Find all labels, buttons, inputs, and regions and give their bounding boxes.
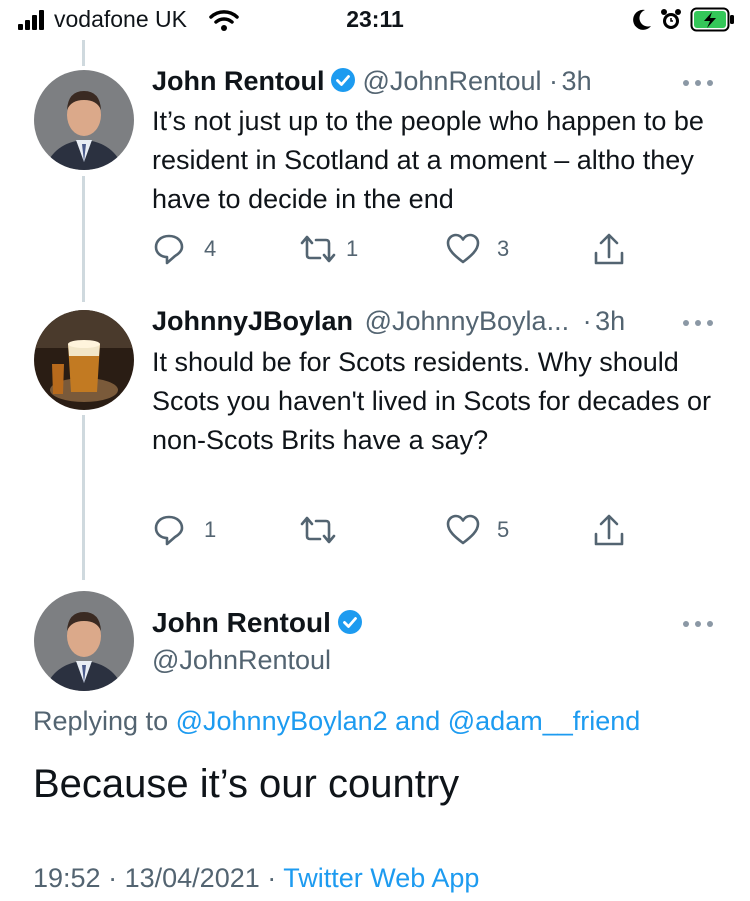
alarm-clock-icon — [661, 9, 681, 29]
tweet-time[interactable]: 19:52 — [33, 863, 101, 893]
display-name[interactable]: JohnnyJBoylan — [152, 306, 353, 336]
tweet-text: It should be for Scots residents. Why sh… — [152, 347, 711, 455]
share-icon — [594, 233, 624, 265]
more-options-icon[interactable] — [681, 619, 715, 629]
reply-button[interactable]: 1 — [152, 513, 232, 549]
avatar[interactable] — [34, 70, 134, 170]
moon-icon — [633, 9, 651, 30]
battery-icon — [690, 7, 734, 32]
user-handle[interactable]: @JohnRentoul — [362, 66, 541, 96]
tweet-meta: 19:52 · 13/04/2021 · Twitter Web App — [33, 863, 479, 894]
replying-to: Replying to @JohnnyBoylan2 and @adam__fr… — [33, 706, 640, 737]
display-name[interactable]: John Rentoul — [152, 607, 331, 638]
reply-button[interactable]: 4 — [152, 232, 232, 268]
thread-line — [82, 415, 85, 580]
verified-badge-icon — [331, 68, 356, 92]
retweet-icon — [300, 235, 336, 263]
tweet-header: JohnnyJBoylan @JohnnyBoyla... · 3h — [152, 306, 625, 337]
more-options-icon[interactable] — [681, 78, 715, 88]
retweet-count: 1 — [346, 236, 359, 261]
separator-dot: · — [582, 306, 592, 336]
retweet-button[interactable] — [298, 513, 342, 549]
reply-and-label: and — [395, 706, 441, 736]
display-name-row: John Rentoul — [152, 607, 369, 639]
reply-count: 4 — [204, 236, 217, 261]
tweet-age[interactable]: 3h — [595, 306, 625, 336]
more-options-icon[interactable] — [681, 318, 715, 328]
status-bar: vodafone UK 23:11 — [0, 0, 750, 40]
reply-icon — [154, 234, 184, 265]
avatar[interactable] — [34, 591, 134, 691]
tweet-date[interactable]: 13/04/2021 — [125, 863, 260, 893]
tweet-text: It’s not just up to the people who happe… — [152, 106, 704, 214]
display-name[interactable]: John Rentoul — [152, 66, 324, 96]
separator-dot: · — [108, 863, 118, 893]
reply-icon — [154, 515, 184, 546]
like-button[interactable]: 3 — [445, 232, 525, 268]
replying-prefix: Replying to — [33, 706, 169, 736]
share-button[interactable] — [592, 232, 628, 268]
thread-line — [82, 176, 85, 302]
reply-mention-link[interactable]: @adam__friend — [448, 706, 641, 736]
retweet-icon — [300, 516, 336, 544]
reply-mention-link[interactable]: @JohnnyBoylan2 — [176, 706, 388, 736]
separator-dot: · — [267, 863, 277, 893]
reply-count: 1 — [204, 517, 217, 542]
heart-icon — [446, 233, 480, 264]
tweet-age[interactable]: 3h — [562, 66, 592, 96]
avatar[interactable] — [34, 310, 134, 410]
like-count: 5 — [497, 517, 510, 542]
user-handle[interactable]: @JohnRentoul — [152, 645, 331, 676]
user-handle[interactable]: @JohnnyBoyla... — [365, 306, 570, 336]
separator-dot: · — [549, 66, 559, 96]
thread-line — [82, 40, 85, 66]
tweet-header: John Rentoul @JohnRentoul · 3h — [152, 66, 592, 97]
share-button[interactable] — [592, 513, 628, 549]
heart-icon — [446, 514, 480, 545]
tweet-text: Because it’s our country — [33, 762, 460, 806]
like-button[interactable]: 5 — [445, 513, 525, 549]
like-count: 3 — [497, 236, 510, 261]
verified-badge-icon — [337, 610, 362, 634]
tweet-source-link[interactable]: Twitter Web App — [283, 863, 479, 893]
share-icon — [594, 514, 624, 546]
retweet-button[interactable]: 1 — [298, 232, 378, 268]
